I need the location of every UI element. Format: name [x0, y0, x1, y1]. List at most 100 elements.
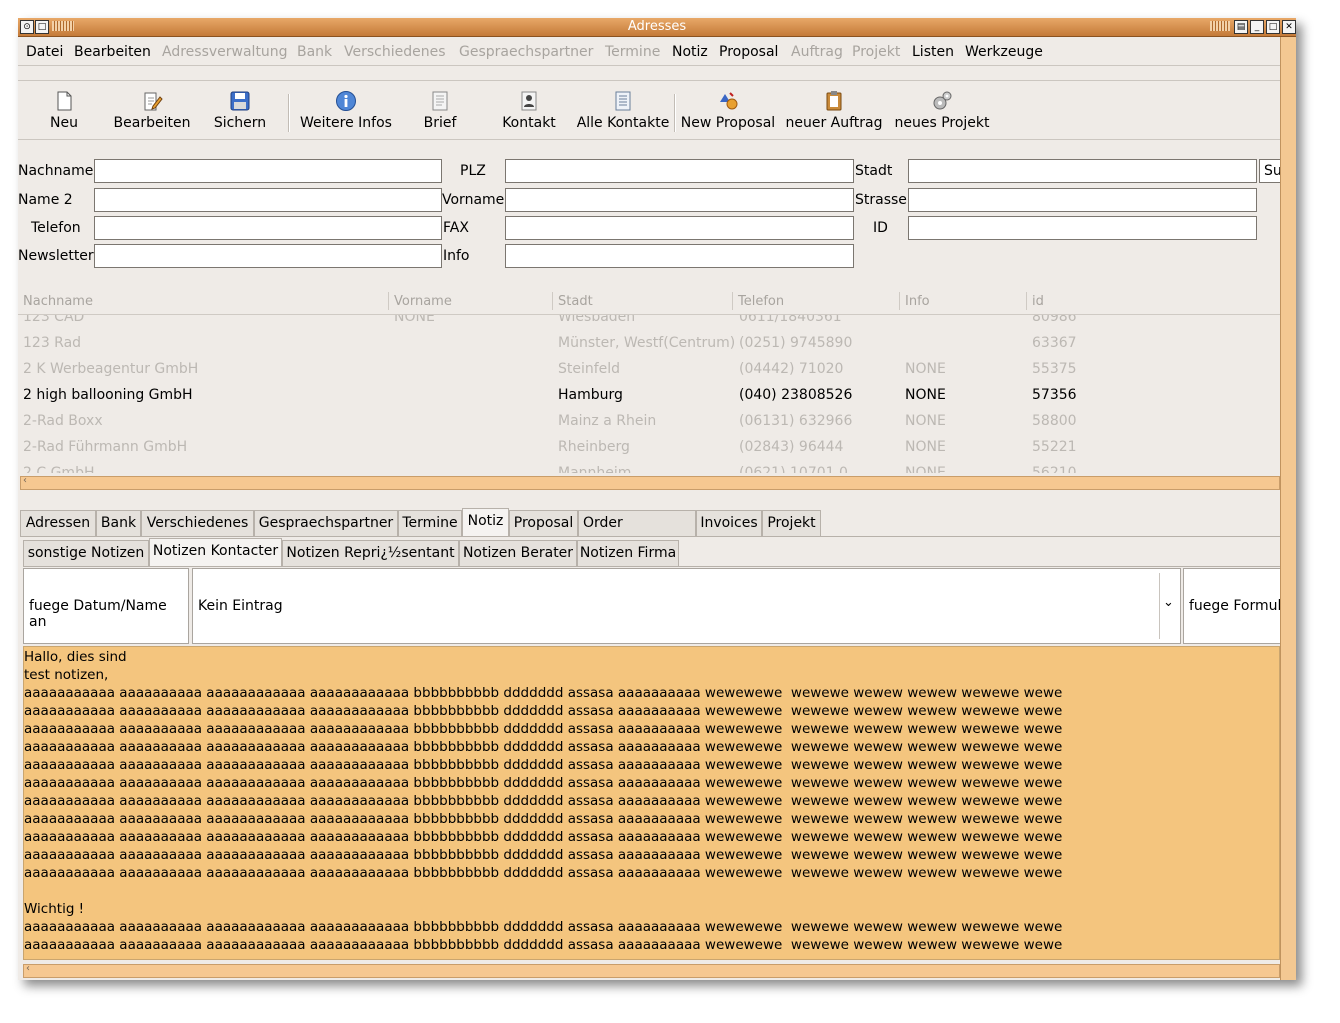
kontakt-button[interactable]: Kontakt: [496, 90, 562, 140]
brief-button[interactable]: Brief: [410, 90, 470, 140]
entry-select[interactable]: Kein Eintrag ⌄: [192, 568, 1181, 644]
cell-id: 80986: [1032, 315, 1077, 325]
info-input[interactable]: [505, 244, 854, 268]
col-nachname[interactable]: Nachname: [23, 294, 93, 309]
neues-projekt-button[interactable]: neues Projekt: [890, 90, 994, 140]
bearbeiten-button[interactable]: Bearbeiten: [112, 90, 192, 140]
menu-notiz[interactable]: Notiz: [672, 44, 708, 60]
sichern-label: Sichern: [213, 115, 267, 131]
cell-vorname: NONE: [394, 315, 435, 325]
newsletter-input[interactable]: [94, 244, 442, 268]
col-stadt[interactable]: Stadt: [558, 294, 593, 309]
table-row[interactable]: 123 CAD NONE Wiesbaden 0611/1840361 8098…: [18, 315, 1280, 331]
sichern-button[interactable]: Sichern: [208, 90, 272, 140]
table-row[interactable]: 2-Rad Führmann GmbH Rheinberg (02843) 96…: [18, 435, 1280, 461]
note-line: aaaaaaaaaaa aaaaaaaaaa aaaaaaaaaaaa aaaa…: [24, 937, 1063, 953]
minimize-icon[interactable]: _: [1250, 20, 1264, 34]
alle-kontakte-button[interactable]: Alle Kontakte: [576, 90, 670, 140]
window-vertical-scrollbar[interactable]: [1280, 37, 1296, 980]
id-input[interactable]: [908, 216, 1257, 240]
note-line: aaaaaaaaaaa aaaaaaaaaa aaaaaaaaaaaa aaaa…: [24, 775, 1063, 791]
neuer-auftrag-button[interactable]: neuer Auftrag: [784, 90, 884, 140]
table-row[interactable]: 2 C GmbH Mannheim (0621) 10701 0 NONE 56…: [18, 461, 1280, 473]
subtab-notizen-kontacter[interactable]: Notizen Kontacter: [149, 538, 282, 566]
grid-horizontal-scrollbar[interactable]: ‹: [20, 475, 1280, 490]
note-line: Wichtig !: [24, 901, 85, 917]
note-line: aaaaaaaaaaa aaaaaaaaaa aaaaaaaaaaaa aaaa…: [24, 739, 1063, 755]
notes-horizontal-scrollbar[interactable]: ‹: [23, 963, 1280, 978]
subtab-sonstige-notizen[interactable]: sonstige Notizen: [23, 540, 149, 566]
menu-termine[interactable]: Termine: [605, 44, 660, 60]
tab-invoices[interactable]: Invoices: [696, 510, 762, 536]
vorname-input[interactable]: [505, 188, 854, 212]
neu-button[interactable]: Neu: [36, 90, 92, 140]
cell-stadt: Hamburg: [558, 387, 623, 403]
cell-id: 55375: [1032, 361, 1077, 377]
notes-textarea[interactable]: Hallo, dies sind test notizen, aaaaaaaaa…: [23, 646, 1280, 960]
tab-termine[interactable]: Termine: [398, 510, 462, 536]
tab-verschiedenes[interactable]: Verschiedenes: [141, 510, 254, 536]
menu-listen[interactable]: Listen: [912, 44, 954, 60]
subtab-notizen-firma[interactable]: Notizen Firma: [577, 540, 679, 566]
tab-adressen[interactable]: Adressen: [20, 510, 96, 536]
cell-stadt: Wiesbaden: [558, 315, 636, 325]
menu-werkzeuge[interactable]: Werkzeuge: [965, 44, 1043, 60]
col-vorname[interactable]: Vorname: [394, 294, 452, 309]
letter-icon: [432, 91, 448, 111]
proposal-icon: [720, 92, 738, 110]
telefon-label: Telefon: [31, 220, 81, 236]
stadt-input[interactable]: [908, 159, 1257, 183]
menu-adressverwaltung[interactable]: Adressverwaltung: [162, 44, 288, 60]
col-id[interactable]: id: [1032, 294, 1044, 309]
note-line: test notizen,: [24, 667, 109, 683]
table-row[interactable]: 123 Rad Münster, Westf(Centrum) (0251) 9…: [18, 331, 1280, 357]
col-telefon[interactable]: Telefon: [738, 294, 784, 309]
close-icon[interactable]: ✕: [1282, 20, 1296, 34]
cell-id: 56210: [1032, 465, 1077, 473]
nachname-input[interactable]: [94, 159, 442, 183]
stick-icon[interactable]: ▤: [1234, 20, 1248, 34]
new-proposal-button[interactable]: New Proposal: [678, 90, 778, 140]
menu-auftrag[interactable]: Auftrag: [791, 44, 843, 60]
maximize-icon[interactable]: □: [1266, 20, 1280, 34]
strasse-input[interactable]: [908, 188, 1257, 212]
menu-projekt[interactable]: Projekt: [852, 44, 900, 60]
menu-verschiedenes[interactable]: Verschiedenes: [344, 44, 446, 60]
tab-proposal[interactable]: Proposal: [509, 510, 578, 536]
menubar: Datei Bearbeiten Adressverwaltung Bank V…: [18, 37, 1280, 65]
scroll-left-icon[interactable]: ‹: [23, 475, 27, 486]
tab-gespraechspartner[interactable]: Gespraechspartner: [254, 510, 398, 536]
menu-bank[interactable]: Bank: [297, 44, 332, 60]
menu-gespraechspartner[interactable]: Gespraechspartner: [459, 44, 593, 60]
weitere-infos-button[interactable]: Weitere Infos: [298, 90, 394, 140]
cell-id: 58800: [1032, 413, 1077, 429]
cell-id: 57356: [1032, 387, 1077, 403]
subtab-notizen-repraesentant[interactable]: Notizen Repri¿½sentant: [282, 540, 459, 566]
tab-bank[interactable]: Bank: [96, 510, 141, 536]
chevron-down-icon[interactable]: ⌄: [1163, 595, 1174, 610]
col-separator: [1026, 292, 1027, 310]
toolbar-handle: [18, 80, 1280, 81]
info-icon: [336, 91, 356, 111]
cell-telefon: (0251) 9745890: [739, 335, 853, 351]
name2-input[interactable]: [94, 188, 442, 212]
table-row[interactable]: 2-Rad Boxx Mainz a Rhein (06131) 632966 …: [18, 409, 1280, 435]
plz-input[interactable]: [505, 159, 854, 183]
tab-order[interactable]: Order: [578, 510, 696, 536]
add-form-button[interactable]: fuege Formul: [1183, 568, 1283, 644]
tab-notiz[interactable]: Notiz: [462, 508, 509, 536]
fax-input[interactable]: [505, 216, 854, 240]
sub-tabs-baseline: [23, 566, 1280, 567]
table-row[interactable]: 2 K Werbeagentur GmbH Steinfeld (04442) …: [18, 357, 1280, 383]
telefon-input[interactable]: [94, 216, 442, 240]
tab-projekt[interactable]: Projekt: [762, 510, 821, 536]
col-info[interactable]: Info: [905, 294, 930, 309]
table-row-selected[interactable]: 2 high ballooning GmbH Hamburg (040) 238…: [18, 383, 1280, 409]
menu-datei[interactable]: Datei: [26, 44, 63, 60]
add-date-name-button[interactable]: fuege Datum/Name an: [23, 568, 189, 644]
menu-bearbeiten[interactable]: Bearbeiten: [74, 44, 151, 60]
subtab-notizen-berater[interactable]: Notizen Berater: [459, 540, 577, 566]
scroll-left-icon[interactable]: ‹: [26, 963, 30, 974]
menu-proposal[interactable]: Proposal: [719, 44, 778, 60]
cell-telefon: (0621) 10701 0: [739, 465, 848, 473]
